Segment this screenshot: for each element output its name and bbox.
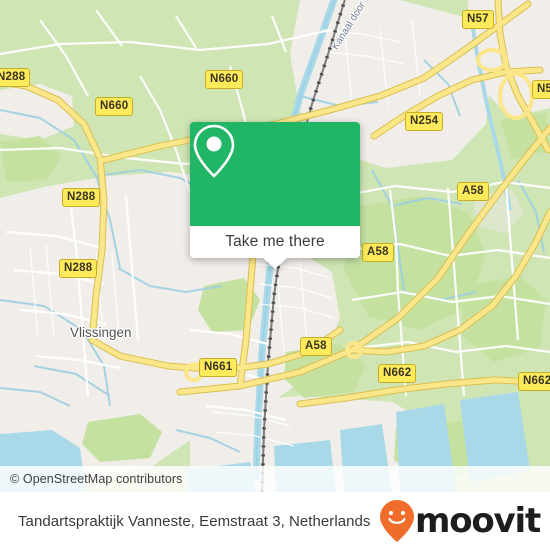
moovit-smiley-pin-icon: [379, 500, 414, 542]
location-popup-card[interactable]: Take me there: [190, 122, 360, 269]
place-label: Vlissingen: [70, 325, 132, 340]
screenshot-root: N288 N660 N660 N288 N288 N661 N254 N57 N57 A58 A58…: [0, 0, 550, 550]
osm-attribution-text[interactable]: © OpenStreetMap contributors: [0, 472, 183, 486]
popup-tail: [263, 258, 287, 269]
footer-bar: Tandartspraktijk Vanneste, Eemstraat 3, …: [0, 492, 550, 550]
location-address-label: Tandartspraktijk Vanneste, Eemstraat 3, …: [18, 512, 371, 530]
road-shield: N254: [405, 112, 444, 131]
popup-header: [190, 122, 360, 226]
road-shield: A58: [457, 182, 489, 201]
road-shield: A58: [362, 243, 394, 262]
map-canvas[interactable]: N288 N660 N660 N288 N288 N661 N254 N57 N57 A58 A58…: [0, 0, 550, 492]
road-shield: N57: [462, 10, 494, 29]
road-shield: N662: [378, 364, 417, 383]
road-shield: N660: [95, 97, 134, 116]
road-shield: N661: [199, 358, 238, 377]
road-shield: N288: [62, 188, 101, 207]
moovit-wordmark: moovit: [414, 501, 541, 541]
road-shield: N660: [205, 70, 244, 89]
road-shield: A58: [300, 337, 332, 356]
take-me-there-label: Take me there: [225, 233, 325, 250]
map-pin-icon: [193, 124, 235, 178]
road-shield: N662: [518, 372, 550, 391]
road-shield: N288: [0, 68, 31, 87]
moovit-brand[interactable]: moovit: [379, 499, 541, 543]
road-shield: N288: [59, 259, 98, 278]
popup-footer[interactable]: Take me there: [190, 226, 360, 269]
map-attribution-bar: © OpenStreetMap contributors: [0, 466, 550, 492]
road-shield: N57: [532, 80, 550, 99]
